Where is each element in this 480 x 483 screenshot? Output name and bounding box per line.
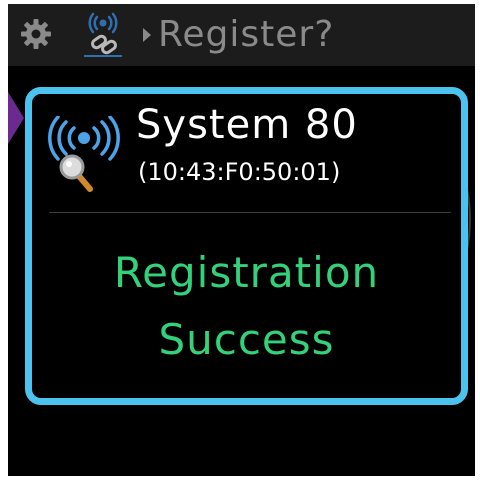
status-message-line-2: Success — [158, 315, 335, 364]
wireless-search-icon — [46, 115, 122, 196]
previous-arrow-icon[interactable] — [8, 92, 24, 144]
chevron-right-icon — [142, 28, 152, 42]
top-bar: Register? — [8, 4, 475, 66]
divider — [49, 212, 451, 213]
gear-icon[interactable] — [20, 18, 52, 50]
device-screen: Register? System 80 (10:43:F0:50:01) Reg… — [8, 4, 475, 476]
status-message-line-1: Registration — [113, 248, 380, 297]
page-title: Register? — [158, 14, 335, 55]
device-name: System 80 — [136, 102, 358, 148]
registration-dialog: System 80 (10:43:F0:50:01) Registration … — [25, 87, 468, 405]
device-address: (10:43:F0:50:01) — [138, 158, 341, 186]
link-icon — [78, 10, 128, 60]
